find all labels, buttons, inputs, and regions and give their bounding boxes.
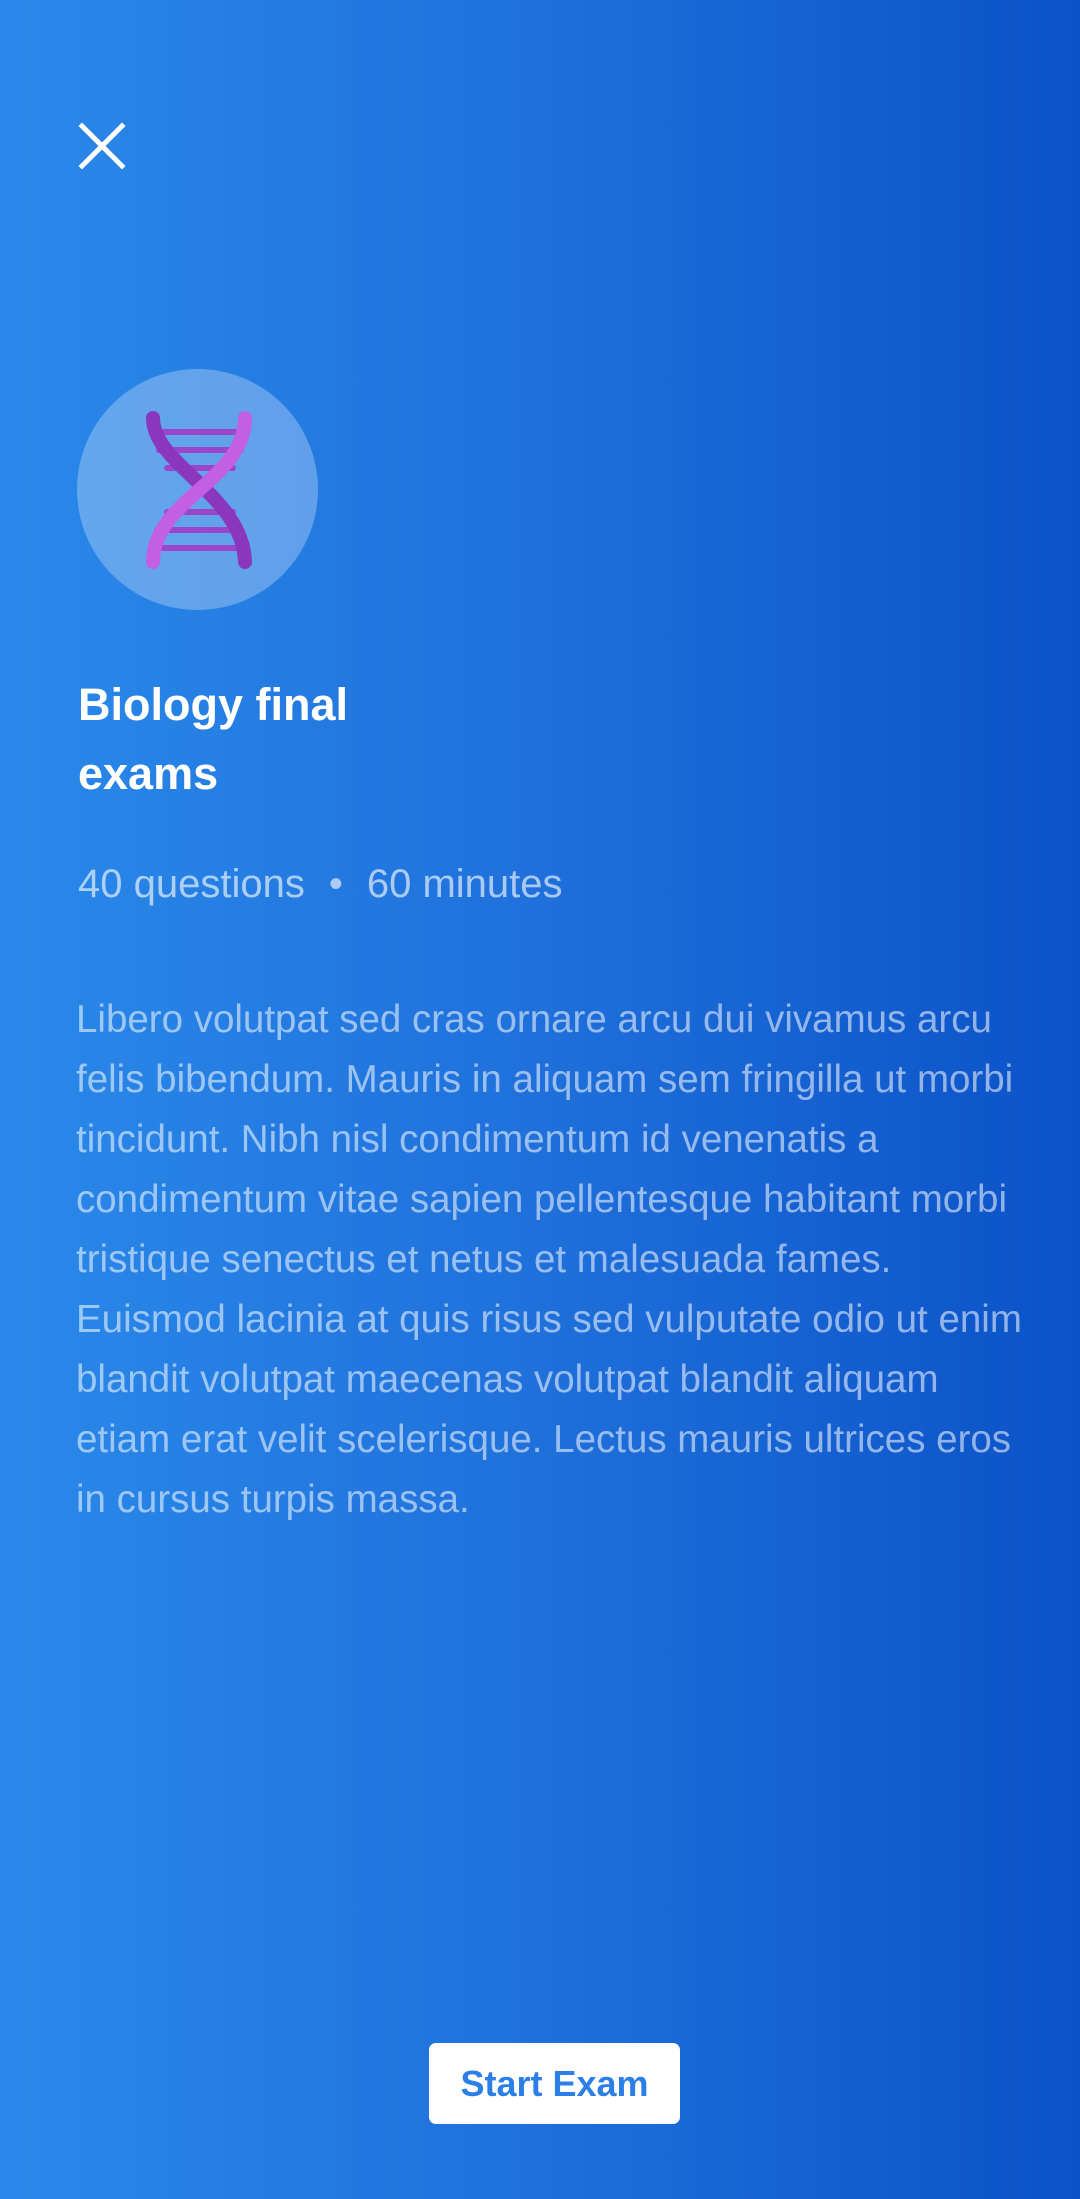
- exam-title: Biology final exams: [78, 679, 348, 799]
- question-count: 40 questions: [78, 862, 305, 906]
- exam-duration: 60 minutes: [366, 862, 563, 906]
- meta-separator: •: [328, 862, 343, 906]
- start-exam-button[interactable]: Start Exam: [429, 2043, 680, 2124]
- exam-icon-badge: [77, 369, 318, 610]
- exam-meta: 40 questions • 60 minutes: [78, 856, 563, 912]
- exam-description: Libero volutpat sed cras ornare arcu dui…: [76, 998, 1022, 1521]
- close-button[interactable]: [74, 118, 130, 174]
- dna-icon: [145, 410, 252, 569]
- close-icon: [78, 122, 126, 170]
